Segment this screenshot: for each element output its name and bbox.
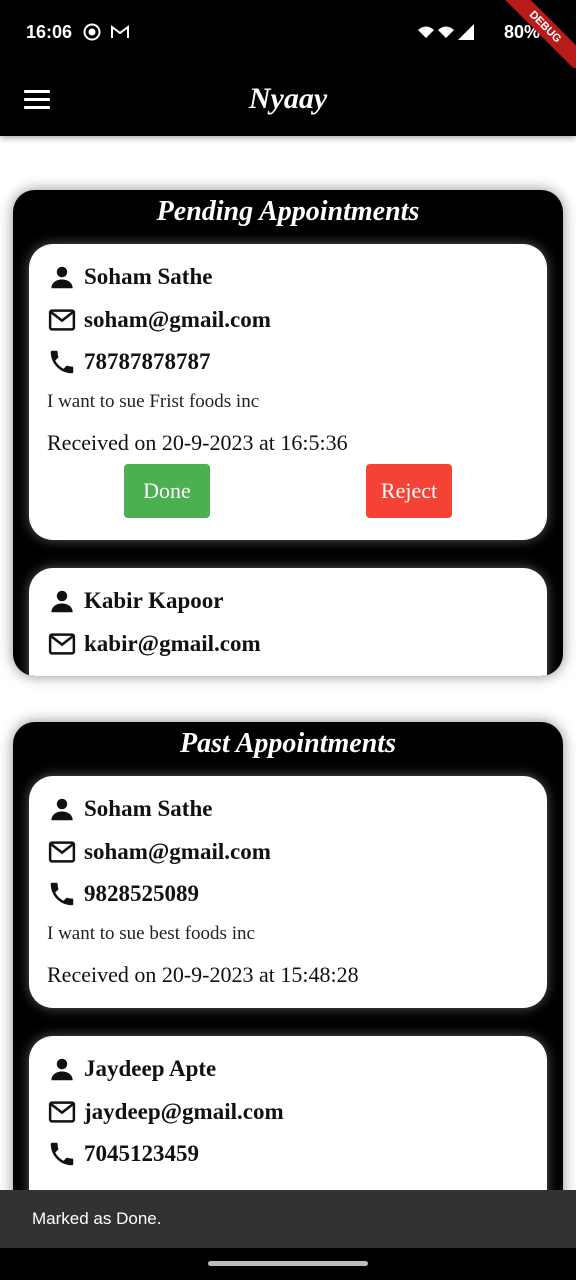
client-email: soham@gmail.com: [84, 839, 271, 864]
client-email-row: soham@gmail.com: [47, 837, 271, 867]
client-name: Kabir Kapoor: [84, 588, 224, 613]
received-date: Received on 20-9-2023 at 15:48:28: [47, 962, 359, 987]
appointment-card: Soham Sathe soham@gmail.com 78787878787 …: [29, 244, 547, 540]
person-icon: [47, 586, 77, 616]
section-title: Pending Appointments: [156, 196, 420, 227]
person-icon: [47, 1054, 77, 1084]
phone-icon: [47, 347, 77, 377]
client-email-row: soham@gmail.com: [47, 305, 271, 335]
client-name-row: Jaydeep Apte: [47, 1054, 216, 1084]
client-phone-row: 78787878787: [47, 347, 211, 377]
client-email: kabir@gmail.com: [84, 631, 261, 656]
past-appointments-section: Past Appointments Soham Sathe soham@gmai…: [13, 722, 563, 1242]
snackbar-text: Marked as Done.: [32, 1209, 162, 1228]
system-nav-bar: [0, 1248, 576, 1280]
client-name-row: Kabir Kapoor: [47, 586, 224, 616]
section-title: Past Appointments: [179, 728, 396, 759]
appointment-card: Soham Sathe soham@gmail.com 9828525089 I…: [29, 776, 547, 1008]
app-bar: Nyaay: [0, 68, 576, 136]
status-time: 16:06: [26, 22, 73, 42]
client-email-row: kabir@gmail.com: [47, 629, 261, 659]
phone-icon: [47, 1139, 77, 1169]
email-icon: [47, 305, 77, 335]
home-gesture-handle[interactable]: [208, 1261, 368, 1266]
client-name: Soham Sathe: [84, 796, 213, 821]
client-name-row: Soham Sathe: [47, 794, 212, 824]
status-bar: 16:06 80%: [0, 0, 576, 68]
appointment-card: Kabir Kapoor kabir@gmail.com: [29, 568, 547, 676]
email-icon: [47, 837, 77, 867]
client-email: soham@gmail.com: [84, 307, 271, 332]
app-title: Nyaay: [248, 82, 328, 115]
client-email: jaydeep@gmail.com: [84, 1099, 284, 1124]
appointment-message: I want to sue Frist foods inc: [47, 391, 260, 412]
client-name-row: Soham Sathe: [47, 262, 212, 292]
client-phone: 7045123459: [84, 1141, 199, 1166]
done-button[interactable]: Done: [124, 464, 210, 518]
client-name: Jaydeep Apte: [84, 1056, 217, 1081]
person-icon: [47, 262, 77, 292]
pending-appointments-section: Pending Appointments Soham Sathe soham@g…: [13, 190, 563, 676]
client-phone-row: 7045123459: [47, 1139, 199, 1169]
phone-icon: [47, 879, 77, 909]
email-icon: [47, 1097, 77, 1127]
email-icon: [47, 629, 77, 659]
reject-button[interactable]: Reject: [366, 464, 452, 518]
client-phone: 78787878787: [84, 349, 211, 374]
signal-icons: [418, 24, 474, 40]
snackbar: Marked as Done.: [0, 1190, 576, 1248]
client-phone-row: 9828525089: [47, 879, 199, 909]
client-name: Soham Sathe: [84, 264, 213, 289]
person-icon: [47, 794, 77, 824]
received-date: Received on 20-9-2023 at 16:5:36: [47, 430, 348, 455]
client-email-row: jaydeep@gmail.com: [47, 1097, 284, 1127]
record-icon: [83, 23, 101, 41]
appointment-message: I want to sue best foods inc: [47, 923, 255, 944]
client-phone: 9828525089: [84, 881, 199, 906]
gmail-icon: [111, 25, 129, 38]
